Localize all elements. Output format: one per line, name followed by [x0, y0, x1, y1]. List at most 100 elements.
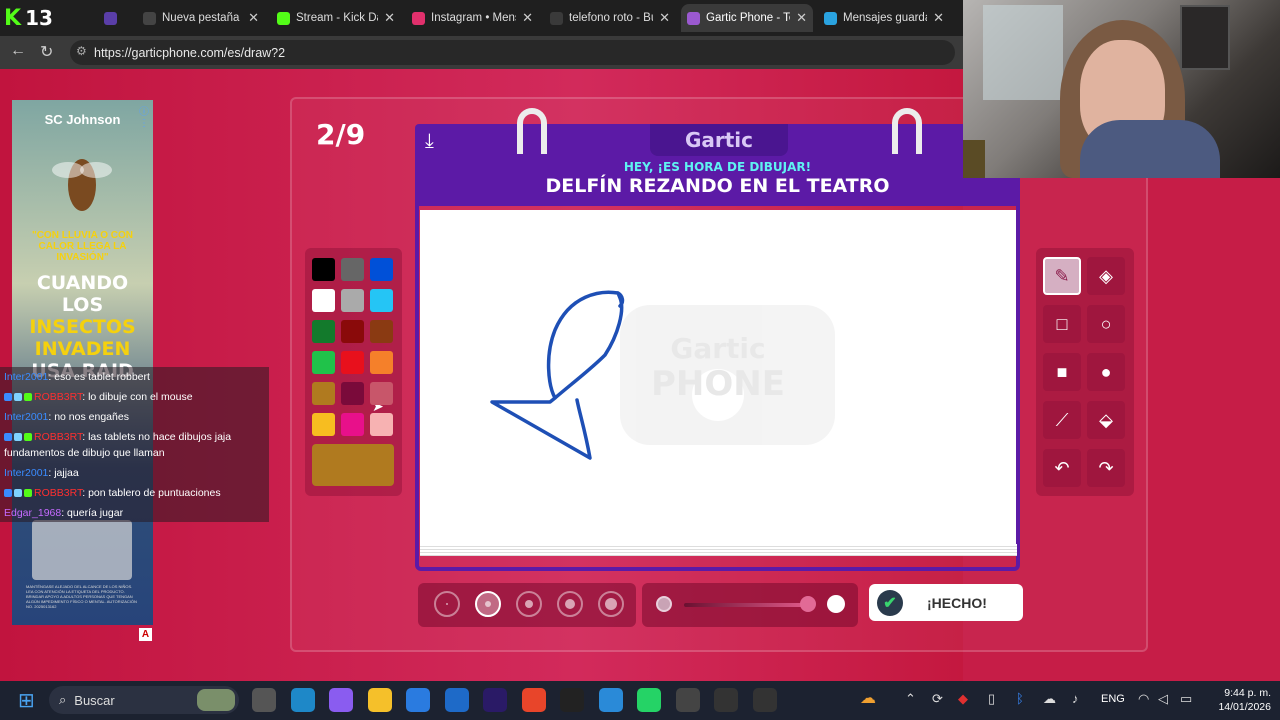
antivirus-icon[interactable]: ◆	[958, 691, 968, 707]
color-swatch[interactable]	[341, 258, 364, 281]
tab-0[interactable]: Nueva pestaña ✕	[137, 4, 265, 32]
windows-start-icon[interactable]: ⊞	[18, 688, 35, 713]
fill-bucket-tool[interactable]: ⬙	[1087, 401, 1125, 439]
taskbar-search[interactable]: ⌕ Buscar	[49, 686, 239, 714]
usb-icon[interactable]: ▯	[988, 691, 995, 707]
close-icon[interactable]: ✕	[796, 10, 807, 26]
chevron-up-icon[interactable]: ⌃	[905, 691, 916, 707]
opacity-slider-track[interactable]	[684, 603, 808, 607]
color-swatch[interactable]	[370, 382, 393, 405]
raid-ad-banner[interactable]: SC Johnson ⓘ ⋮ "CON LLUVIA O CON CALOR L…	[12, 100, 153, 625]
opacity-slider-thumb[interactable]	[800, 596, 816, 612]
outlook-icon[interactable]	[444, 688, 469, 712]
done-button[interactable]: ✔ ¡HECHO!	[869, 584, 1023, 621]
taskbar-clock[interactable]: 9:44 p. m. 14/01/2026	[1207, 686, 1271, 714]
color-swatch[interactable]	[312, 320, 335, 343]
done-label: ¡HECHO!	[927, 594, 987, 611]
undo-tool-icon: ↶	[1054, 457, 1070, 478]
color-swatch[interactable]	[312, 258, 335, 281]
pencil-tool[interactable]: ✎	[1043, 257, 1081, 295]
kick-logo[interactable]: K 13	[0, 0, 70, 36]
tab-4[interactable]: Gartic Phone - Tele ✕	[681, 4, 813, 32]
color-swatch[interactable]	[341, 320, 364, 343]
media-player-icon[interactable]	[714, 688, 738, 712]
undo-tool[interactable]: ↶	[1043, 449, 1081, 487]
ad-headline-line-2: INSECTOS	[29, 316, 136, 338]
task-view-icon[interactable]	[252, 688, 276, 712]
copilot-icon[interactable]	[329, 688, 353, 712]
brush-size-5[interactable]	[598, 591, 624, 617]
ad-info-icon[interactable]: ⓘ ⋮	[139, 103, 153, 129]
brush-size-2[interactable]	[475, 591, 501, 617]
tab-2[interactable]: Instagram • Mensa ✕	[406, 4, 539, 32]
chat-username: Inter2001	[4, 411, 49, 423]
site-info-icon[interactable]: ⚙	[76, 44, 87, 58]
binder-ring-right	[892, 108, 922, 154]
premiere-icon[interactable]	[483, 688, 507, 712]
opacity-low-dot[interactable]	[656, 596, 672, 612]
chrome-icon[interactable]	[521, 688, 546, 712]
bluetooth-icon[interactable]: ᛒ	[1016, 691, 1024, 706]
chat-badge-icon	[24, 393, 32, 402]
microphone-icon[interactable]: ♪	[1072, 691, 1079, 706]
weather-icon[interactable]: ☁	[860, 688, 876, 708]
volume-icon[interactable]: ◁	[1158, 691, 1168, 707]
wifi-icon[interactable]: ◠	[1138, 691, 1149, 707]
calculator-icon[interactable]	[675, 688, 700, 712]
back-arrow-icon[interactable]: ←	[10, 42, 26, 60]
ellipse-outline-tool[interactable]: ○	[1087, 305, 1125, 343]
brush-size-3[interactable]	[516, 591, 542, 617]
color-swatch[interactable]	[341, 413, 364, 436]
color-swatch[interactable]	[341, 289, 364, 312]
color-swatch[interactable]	[341, 351, 364, 374]
ad-choices-badge[interactable]: A	[139, 628, 152, 641]
color-swatch[interactable]	[370, 258, 393, 281]
tab-3[interactable]: telefono roto - Bús ✕	[544, 4, 676, 32]
pen-app-icon[interactable]	[598, 688, 623, 712]
current-color-swatch[interactable]	[312, 444, 394, 486]
color-swatch[interactable]	[370, 289, 393, 312]
rectangle-fill-tool[interactable]: ■	[1043, 353, 1081, 391]
color-swatch[interactable]	[312, 289, 335, 312]
url-input[interactable]: ⚙ https://garticphone.com/es/draw?2	[70, 40, 955, 65]
rectangle-outline-tool[interactable]: □	[1043, 305, 1081, 343]
capcut-icon[interactable]	[560, 688, 584, 712]
close-icon[interactable]: ✕	[522, 10, 533, 26]
redo-tool[interactable]: ↷	[1087, 449, 1125, 487]
close-icon[interactable]: ✕	[659, 10, 670, 26]
color-swatch[interactable]	[370, 413, 393, 436]
tab-kick-mini[interactable]	[98, 4, 120, 32]
color-swatch[interactable]	[312, 351, 335, 374]
color-swatch[interactable]	[312, 413, 335, 436]
tab-1[interactable]: Stream - Kick Dash ✕	[271, 4, 401, 32]
sync-icon[interactable]: ⟳	[932, 691, 943, 707]
brush-size-1[interactable]	[434, 591, 460, 617]
close-icon[interactable]: ✕	[248, 10, 259, 26]
brush-size-4[interactable]	[557, 591, 583, 617]
edge-icon[interactable]	[290, 688, 315, 712]
color-swatch[interactable]	[341, 382, 364, 405]
close-icon[interactable]: ✕	[384, 10, 395, 26]
reload-icon[interactable]: ↻	[40, 42, 53, 62]
pencil-tool-icon: ✎	[1054, 265, 1070, 286]
tab-5[interactable]: Mensajes guardad ✕	[818, 4, 950, 32]
opacity-high-dot[interactable]	[827, 595, 845, 613]
eraser-tool[interactable]: ◈	[1087, 257, 1125, 295]
line-tool[interactable]: ⟋	[1043, 401, 1081, 439]
ellipse-fill-tool[interactable]: ●	[1087, 353, 1125, 391]
download-icon[interactable]: ⤓	[425, 130, 434, 153]
file-explorer-icon[interactable]	[367, 688, 392, 712]
cloud-icon[interactable]: ☁	[1043, 691, 1056, 707]
whatsapp-icon[interactable]	[637, 688, 661, 712]
tab-label: telefono roto - Bús	[569, 12, 653, 24]
chat-badge-icon	[24, 489, 32, 498]
color-swatch[interactable]	[312, 382, 335, 405]
battery-icon[interactable]: ▭	[1180, 691, 1192, 707]
store-icon[interactable]	[406, 688, 430, 712]
color-swatch[interactable]	[370, 351, 393, 374]
obs-icon[interactable]	[752, 688, 777, 712]
chat-text: : jajjaa	[48, 467, 79, 479]
color-swatch[interactable]	[370, 320, 393, 343]
close-icon[interactable]: ✕	[933, 10, 944, 26]
language-indicator[interactable]: ENG	[1101, 693, 1125, 705]
